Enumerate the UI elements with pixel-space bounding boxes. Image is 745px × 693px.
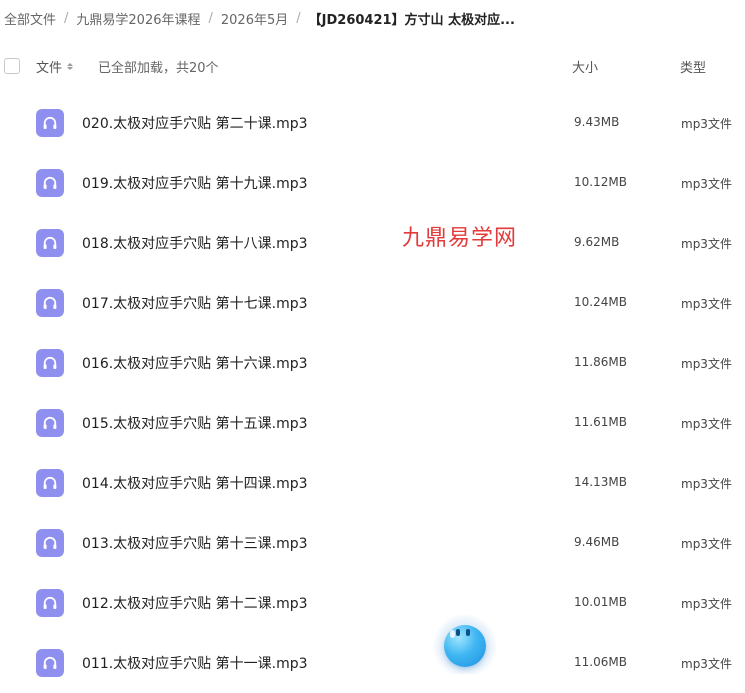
file-row[interactable]: 019.太极对应手穴贴 第十九课.mp3 10.12MB mp3文件: [0, 153, 745, 213]
file-type: mp3文件: [681, 657, 732, 671]
headphones-icon: [36, 589, 64, 617]
assistant-float-button[interactable]: [430, 614, 500, 674]
breadcrumb-may-2026[interactable]: 2026年5月: [221, 9, 288, 28]
column-header-name[interactable]: 文件: [36, 57, 74, 76]
file-name[interactable]: 011.太极对应手穴贴 第十一课.mp3: [82, 653, 308, 673]
file-size: 10.24MB: [574, 295, 627, 309]
headphones-icon: [36, 169, 64, 197]
file-size: 9.46MB: [574, 535, 620, 549]
file-name[interactable]: 012.太极对应手穴贴 第十二课.mp3: [82, 593, 308, 613]
headphones-icon: [36, 229, 64, 257]
file-size: 10.12MB: [574, 175, 627, 189]
file-size: 11.06MB: [574, 655, 627, 669]
breadcrumb-separator: /: [64, 10, 69, 26]
headphones-icon: [36, 649, 64, 677]
file-row[interactable]: 020.太极对应手穴贴 第二十课.mp3 9.43MB mp3文件: [0, 93, 745, 153]
headphones-icon: [36, 349, 64, 377]
file-size: 11.61MB: [574, 415, 627, 429]
file-type: mp3文件: [681, 537, 732, 551]
breadcrumb-all-files[interactable]: 全部文件: [4, 9, 56, 28]
file-type: mp3文件: [681, 597, 732, 611]
file-name[interactable]: 020.太极对应手穴贴 第二十课.mp3: [82, 113, 308, 133]
file-size: 14.13MB: [574, 475, 627, 489]
file-row[interactable]: 015.太极对应手穴贴 第十五课.mp3 11.61MB mp3文件: [0, 393, 745, 453]
file-size: 10.01MB: [574, 595, 627, 609]
file-name[interactable]: 015.太极对应手穴贴 第十五课.mp3: [82, 413, 308, 433]
file-size: 9.62MB: [574, 235, 620, 249]
file-row[interactable]: 018.太极对应手穴贴 第十八课.mp3 9.62MB mp3文件: [0, 213, 745, 273]
file-type: mp3文件: [681, 357, 732, 371]
select-all-checkbox[interactable]: [4, 58, 20, 74]
column-header-size[interactable]: 大小: [572, 57, 598, 76]
file-name[interactable]: 016.太极对应手穴贴 第十六课.mp3: [82, 353, 308, 373]
file-row[interactable]: 014.太极对应手穴贴 第十四课.mp3 14.13MB mp3文件: [0, 453, 745, 513]
file-size: 9.43MB: [574, 115, 620, 129]
breadcrumb-separator: /: [208, 10, 213, 26]
file-row[interactable]: 013.太极对应手穴贴 第十三课.mp3 9.46MB mp3文件: [0, 513, 745, 573]
watermark-text: 九鼎易学网: [402, 226, 518, 251]
loaded-count-text: 已全部加载，共20个: [98, 61, 219, 76]
breadcrumb: 全部文件 / 九鼎易学2026年课程 / 2026年5月 / 【JD260421…: [4, 8, 515, 28]
file-size: 11.86MB: [574, 355, 627, 369]
file-type: mp3文件: [681, 297, 732, 311]
file-row[interactable]: 011.太极对应手穴贴 第十一课.mp3 11.06MB mp3文件: [0, 633, 745, 693]
file-type: mp3文件: [681, 477, 732, 491]
column-header-name-label: 文件: [36, 61, 63, 76]
breadcrumb-current-folder: 【JD260421】方寸山 太极对应...: [308, 12, 515, 28]
file-list-header: 文件 已全部加载，共20个 大小 类型: [0, 50, 745, 82]
file-name[interactable]: 014.太极对应手穴贴 第十四课.mp3: [82, 473, 308, 493]
headphones-icon: [36, 109, 64, 137]
headphones-icon: [36, 529, 64, 557]
breadcrumb-course-2026[interactable]: 九鼎易学2026年课程: [76, 9, 200, 28]
file-type: mp3文件: [681, 117, 732, 131]
sort-icon[interactable]: [67, 63, 74, 70]
file-type: mp3文件: [681, 177, 732, 191]
file-name[interactable]: 018.太极对应手穴贴 第十八课.mp3: [82, 233, 308, 253]
headphones-icon: [36, 409, 64, 437]
headphones-icon: [36, 469, 64, 497]
file-type: mp3文件: [681, 237, 732, 251]
file-name[interactable]: 013.太极对应手穴贴 第十三课.mp3: [82, 533, 308, 553]
file-type: mp3文件: [681, 417, 732, 431]
file-row[interactable]: 016.太极对应手穴贴 第十六课.mp3 11.86MB mp3文件: [0, 333, 745, 393]
file-name[interactable]: 017.太极对应手穴贴 第十七课.mp3: [82, 293, 308, 313]
file-row[interactable]: 017.太极对应手穴贴 第十七课.mp3 10.24MB mp3文件: [0, 273, 745, 333]
file-name[interactable]: 019.太极对应手穴贴 第十九课.mp3: [82, 173, 308, 193]
column-header-type[interactable]: 类型: [680, 57, 706, 76]
file-row[interactable]: 012.太极对应手穴贴 第十二课.mp3 10.01MB mp3文件: [0, 573, 745, 633]
breadcrumb-separator: /: [296, 10, 301, 26]
headphones-icon: [36, 289, 64, 317]
